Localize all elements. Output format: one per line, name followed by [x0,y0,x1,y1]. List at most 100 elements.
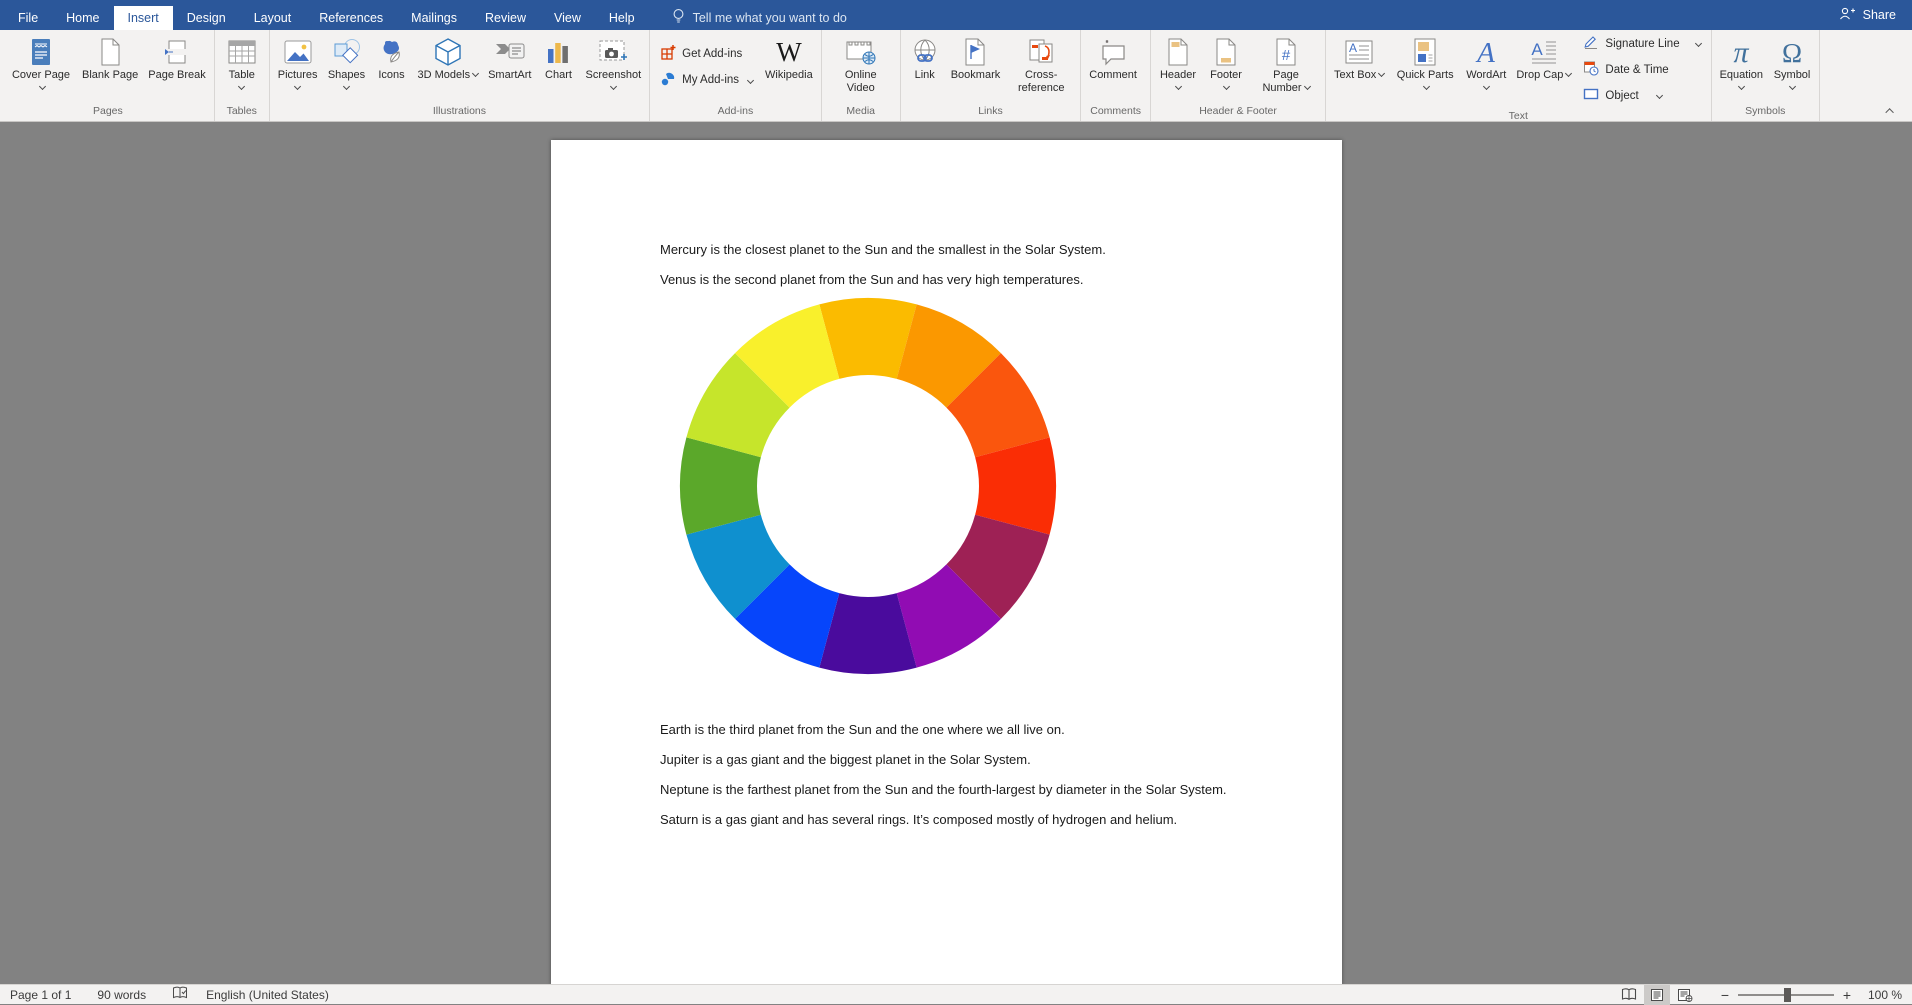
screenshot-icon [598,35,628,69]
chevron-down-icon [1565,70,1572,77]
comment-button[interactable]: Comment [1084,30,1142,104]
read-mode-button[interactable] [1616,985,1642,1005]
date-time-button[interactable]: Date & Time [1578,58,1705,81]
tab-help[interactable]: Help [595,6,649,30]
collapse-ribbon-button[interactable] [1884,105,1898,117]
icons-button[interactable]: Icons [371,30,413,104]
symbol-omega-icon: Ω [1777,35,1807,69]
chevron-down-icon [1483,83,1490,90]
get-addins-button[interactable]: Get Add-ins [655,43,758,66]
drop-cap-icon: A [1529,35,1559,69]
chevron-down-icon [294,83,301,90]
pictures-button[interactable]: Pictures [273,30,323,104]
document-canvas: Mercury is the closest planet to the Sun… [0,122,1912,984]
group-label-comments: Comments [1084,104,1147,121]
zoom-slider[interactable] [1738,994,1834,996]
chevron-down-icon [610,83,617,90]
paragraph-saturn: Saturn is a gas giant and has several ri… [660,810,1245,830]
web-layout-button[interactable] [1672,985,1698,1005]
lightbulb-icon [671,8,686,28]
pictures-icon [283,35,313,69]
ribbon-group-header-footer: Header Footer # Page Number Header & Foo… [1151,30,1326,121]
chevron-down-icon [1656,92,1663,99]
wordart-button[interactable]: A WordArt [1461,30,1511,109]
cover-page-button[interactable]: Cover Page [5,30,77,104]
chevron-down-icon [1738,83,1745,90]
page-number-icon: # [1273,35,1299,69]
page-break-button[interactable]: Page Break [143,30,210,104]
my-addins-button[interactable]: My Add-ins [655,69,758,92]
wordart-icon: A [1470,35,1502,69]
svg-text:#: # [1282,47,1291,64]
comment-icon [1098,35,1128,69]
quick-parts-button[interactable]: Quick Parts [1389,30,1461,109]
tell-me-box[interactable]: Tell me what you want to do [671,6,847,30]
tab-file[interactable]: File [4,6,52,30]
zoom-out-button[interactable]: − [1716,987,1734,1003]
page-indicator[interactable]: Page 1 of 1 [10,988,71,1002]
group-label-illustrations: Illustrations [273,104,646,121]
document-page[interactable]: Mercury is the closest planet to the Sun… [551,140,1342,984]
page-break-icon [163,35,191,69]
share-button[interactable]: Share [1823,0,1912,30]
table-icon [227,35,257,69]
word-count[interactable]: 90 words [97,988,146,1002]
paragraph-neptune: Neptune is the farthest planet from the … [660,780,1245,800]
group-label-header-footer: Header & Footer [1154,104,1322,121]
svg-text:A: A [1531,40,1543,59]
tab-view[interactable]: View [540,6,595,30]
page-content: Mercury is the closest planet to the Sun… [551,140,1342,830]
object-icon [1583,86,1599,105]
zoom-controls: − + 100 % [1716,987,1902,1003]
tab-layout[interactable]: Layout [240,6,306,30]
wikipedia-button[interactable]: W Wikipedia [760,30,818,104]
zoom-in-button[interactable]: + [1838,987,1856,1003]
header-button[interactable]: Header [1154,30,1202,104]
link-button[interactable]: Link [904,30,946,104]
blank-page-icon [97,35,123,69]
tab-home[interactable]: Home [52,6,113,30]
screenshot-button[interactable]: Screenshot [580,30,646,104]
paragraph-jupiter: Jupiter is a gas giant and the biggest p… [660,750,1245,770]
footer-button[interactable]: Footer [1202,30,1250,104]
equation-button[interactable]: π Equation [1715,30,1768,104]
cross-reference-button[interactable]: Cross-reference [1005,30,1077,104]
ribbon-group-symbols: π Equation Ω Symbol Symbols [1712,30,1820,121]
symbol-button[interactable]: Ω Symbol [1768,30,1816,104]
ribbon-group-pages: Cover Page Blank Page Page Break Pages [2,30,215,121]
quick-parts-icon [1412,35,1438,69]
svg-text:Ω: Ω [1782,38,1802,67]
ribbon: Cover Page Blank Page Page Break Pages [0,30,1912,122]
tab-review[interactable]: Review [471,6,540,30]
chevron-down-icon [1788,83,1795,90]
tab-mailings[interactable]: Mailings [397,6,471,30]
group-label-addins: Add-ins [653,104,818,121]
page-number-button[interactable]: # Page Number [1250,30,1322,104]
ribbon-group-illustrations: Pictures Shapes Icons 3D Mode [270,30,650,121]
drop-cap-button[interactable]: A Drop Cap [1511,30,1576,109]
paragraph-venus: Venus is the second planet from the Sun … [660,270,1245,290]
cross-reference-icon [1027,35,1055,69]
blank-page-button[interactable]: Blank Page [77,30,143,104]
zoom-slider-handle[interactable] [1784,988,1791,1002]
language-indicator[interactable]: English (United States) [206,988,329,1002]
chart-button[interactable]: Chart [536,30,580,104]
shapes-button[interactable]: Shapes [323,30,371,104]
signature-line-button[interactable]: Signature Line [1578,32,1705,55]
shapes-icon [332,35,362,69]
tab-insert[interactable]: Insert [114,6,173,30]
table-button[interactable]: Table [218,30,266,104]
smartart-button[interactable]: SmartArt [483,30,536,104]
tab-design[interactable]: Design [173,6,240,30]
signature-line-icon [1583,34,1599,53]
proofing-status-icon[interactable] [172,986,188,1003]
print-layout-button[interactable] [1644,985,1670,1005]
online-video-button[interactable]: Online Video [825,30,897,104]
object-button[interactable]: Object [1578,84,1705,107]
text-box-button[interactable]: A Text Box [1329,30,1389,109]
bookmark-button[interactable]: Bookmark [946,30,1006,104]
3d-models-button[interactable]: 3D Models [413,30,484,104]
tab-references[interactable]: References [305,6,397,30]
color-wheel-chart[interactable] [678,296,1058,676]
zoom-level[interactable]: 100 % [1856,988,1902,1002]
